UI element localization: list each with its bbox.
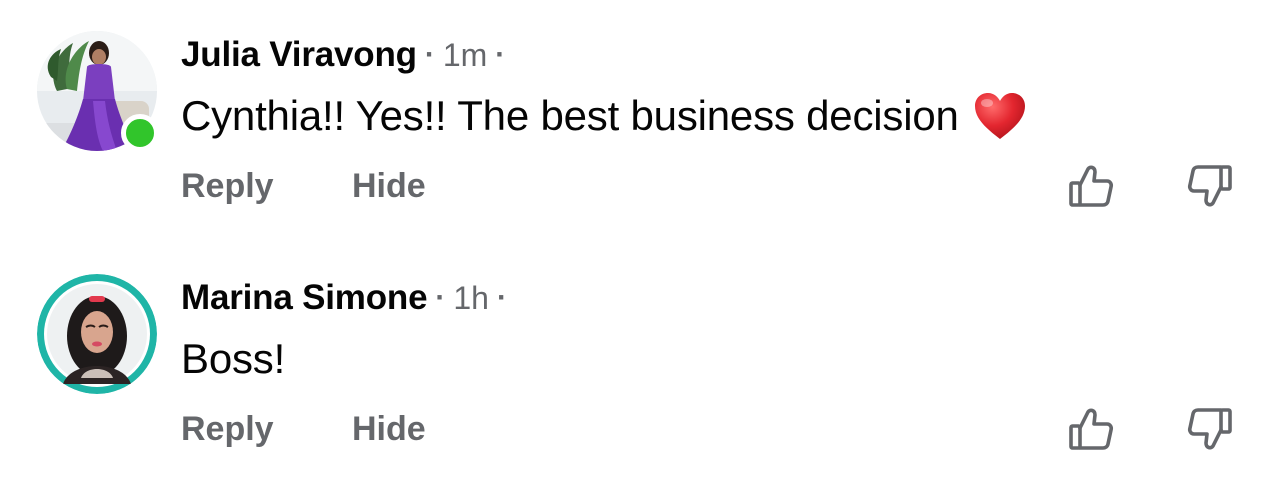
comment-text: Boss! — [181, 335, 286, 382]
comment-header: Julia Viravong · 1m · — [181, 34, 513, 76]
separator-dot: · — [424, 38, 435, 71]
comment: Julia Viravong · 1m · Cynthia!! Yes!! Th… — [0, 0, 1284, 240]
comment-text-row: Boss! — [181, 334, 285, 384]
avatar[interactable] — [37, 274, 157, 394]
thumbs-down-icon[interactable] — [1187, 406, 1233, 452]
hide-button[interactable]: Hide — [352, 410, 426, 449]
author-name[interactable]: Marina Simone — [181, 278, 428, 318]
comment-actions: Reply Hide — [181, 165, 426, 207]
timestamp[interactable]: 1m — [443, 37, 487, 74]
hide-button[interactable]: Hide — [352, 167, 426, 206]
reply-button[interactable]: Reply — [181, 410, 352, 449]
thumbs-up-icon[interactable] — [1068, 406, 1114, 452]
timestamp[interactable]: 1h — [453, 280, 489, 317]
comment-actions: Reply Hide — [181, 408, 426, 450]
comment-header: Marina Simone · 1h · — [181, 277, 515, 319]
online-status-indicator — [121, 114, 159, 152]
comment: Marina Simone · 1h · Boss! Reply Hide — [0, 243, 1284, 483]
avatar-container[interactable] — [37, 274, 157, 394]
comment-text: Cynthia!! Yes!! The best business decisi… — [181, 92, 959, 139]
reply-button[interactable]: Reply — [181, 167, 352, 206]
avatar-container[interactable] — [37, 31, 159, 152]
author-name[interactable]: Julia Viravong — [181, 35, 417, 75]
separator-dot: · — [495, 38, 506, 71]
separator-dot: · — [496, 281, 507, 314]
red-heart-emoji — [973, 91, 1027, 141]
thumbs-up-icon[interactable] — [1068, 163, 1114, 209]
thumbs-down-icon[interactable] — [1187, 163, 1233, 209]
separator-dot: · — [435, 281, 446, 314]
comment-text-row: Cynthia!! Yes!! The best business decisi… — [181, 91, 1027, 141]
